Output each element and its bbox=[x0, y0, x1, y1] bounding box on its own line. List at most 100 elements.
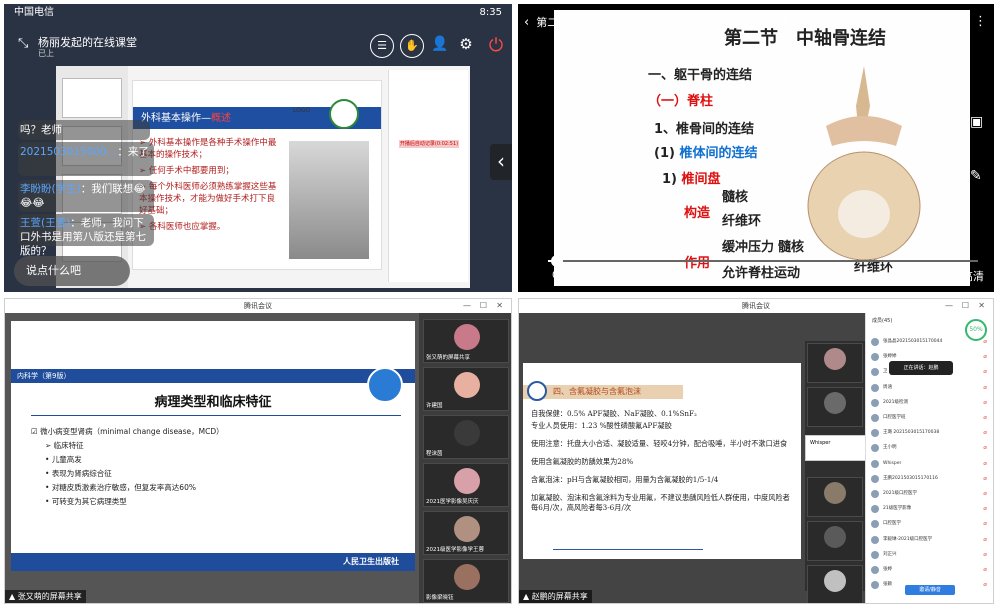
participant-tile[interactable]: 张又萌的屏幕共享 bbox=[423, 319, 509, 363]
participant-row[interactable]: 周涵 ⌀ bbox=[869, 381, 991, 395]
participant-row[interactable]: 口腔医学 ⌀ bbox=[869, 517, 991, 531]
avatar bbox=[871, 505, 879, 514]
collapse-icon[interactable]: ⤡ bbox=[18, 36, 28, 51]
avatar bbox=[871, 520, 879, 529]
power-icon[interactable]: ⏻ bbox=[484, 34, 508, 58]
chat-input[interactable]: 说点什么吧 bbox=[14, 256, 130, 286]
participant-row[interactable]: 21级医学影像 ⌀ bbox=[869, 502, 991, 516]
participant-name: 张颖 bbox=[883, 582, 892, 588]
gear-icon[interactable]: ⚙ bbox=[454, 34, 478, 58]
edit-icon[interactable]: ✎ bbox=[970, 168, 982, 184]
participant-row[interactable]: 王小明 ⌀ bbox=[869, 441, 991, 455]
participant-row[interactable]: 卫 ⌀ bbox=[869, 365, 991, 379]
slide-line: 髓核 bbox=[722, 190, 749, 205]
lecture-slide: 第二节 中轴骨连结 一、躯干骨的连结 （一）脊柱 1、椎骨间的连结 (1) 椎体… bbox=[554, 10, 970, 286]
mic-muted-icon[interactable]: ⌀ bbox=[983, 578, 987, 592]
progress-bar[interactable] bbox=[548, 255, 978, 267]
bullet-item: ➢ 任何手术中都要用到； bbox=[139, 166, 234, 176]
screenshot-icon[interactable]: ▣ bbox=[970, 114, 983, 130]
slide-footer: 人民卫生出版社 bbox=[11, 553, 415, 571]
whisper-tile[interactable]: Whisper bbox=[805, 435, 867, 461]
chat-icon[interactable]: ☰ bbox=[370, 34, 394, 58]
progress-knob[interactable] bbox=[551, 255, 564, 267]
participant-name: 王鹏2021503015170116 bbox=[883, 475, 938, 481]
participant-tile[interactable] bbox=[807, 521, 863, 561]
bullet-item: ➢ 每个外科医师必须熟练掌握这些基本操作技术，才能为做好手术打下良好基础； bbox=[139, 182, 277, 216]
video-title: ‹ 第二课时：骨连结总论、躯干骨连结、上下肢骨连结 bbox=[524, 15, 790, 30]
mic-muted-icon[interactable]: ⌀ bbox=[983, 517, 987, 531]
avatar bbox=[871, 550, 879, 559]
mic-muted-icon[interactable]: ⌀ bbox=[983, 487, 987, 501]
close-icon[interactable]: ✕ bbox=[496, 299, 503, 313]
mic-muted-icon[interactable]: ⌀ bbox=[983, 396, 987, 410]
more-icon[interactable]: ⋮ bbox=[974, 14, 987, 29]
close-icon[interactable]: ✕ bbox=[978, 299, 985, 313]
mic-muted-icon[interactable]: ⌀ bbox=[983, 426, 987, 440]
slide-thumbnail[interactable] bbox=[62, 78, 122, 118]
school-logo-icon bbox=[527, 381, 547, 401]
participant-tile[interactable]: 程沫茵 bbox=[423, 415, 509, 459]
participant-row[interactable]: 王鹏2021503015170116 ⌀ bbox=[869, 472, 991, 486]
mic-muted-icon[interactable]: ⌀ bbox=[983, 441, 987, 455]
participant-row[interactable]: 王璐 2021503015170038 ⌀ bbox=[869, 426, 991, 440]
participant-tile[interactable] bbox=[807, 565, 863, 603]
hand-icon[interactable]: ✋ bbox=[400, 34, 424, 58]
avatar bbox=[871, 398, 879, 407]
mic-muted-icon[interactable]: ⌀ bbox=[983, 563, 987, 577]
mic-muted-icon[interactable]: ⌀ bbox=[983, 365, 987, 379]
person-icon[interactable]: 👤 bbox=[428, 34, 452, 58]
carrier: 中国电信 bbox=[14, 7, 54, 18]
chevron-left-icon[interactable]: ‹ bbox=[490, 144, 512, 180]
back-icon[interactable]: ‹ bbox=[524, 15, 529, 30]
mic-muted-icon[interactable]: ⌀ bbox=[983, 533, 987, 547]
avatar bbox=[871, 566, 879, 574]
slide-item: • 对糖皮质激素治疗敏感，但复发率高达60% bbox=[45, 483, 196, 492]
window-title: 腾讯会议 bbox=[519, 299, 993, 313]
participant-tile[interactable] bbox=[807, 387, 863, 427]
mic-muted-icon[interactable]: ⌀ bbox=[983, 502, 987, 516]
slide-item: • 可转变为其它病理类型 bbox=[45, 497, 127, 506]
speed-button[interactable]: 倍速 bbox=[922, 268, 944, 284]
bullet-item: ➢ 各科医师也应掌握。 bbox=[139, 222, 226, 232]
slide-line: 1) 椎间盘 bbox=[662, 172, 721, 187]
maximize-icon[interactable]: ☐ bbox=[480, 299, 487, 313]
minimize-icon[interactable]: — bbox=[463, 299, 471, 313]
quality-button[interactable]: 高清 bbox=[962, 268, 984, 284]
mic-muted-icon[interactable]: ⌀ bbox=[983, 472, 987, 486]
participant-row[interactable]: 李毅琳-2021级口腔医学 ⌀ bbox=[869, 533, 991, 547]
minimize-icon[interactable]: — bbox=[945, 299, 953, 313]
invite-button[interactable]: 邀请/静音 bbox=[905, 585, 955, 595]
participant-tile[interactable]: 许建国 bbox=[423, 367, 509, 411]
maximize-icon[interactable]: ☐ bbox=[962, 299, 969, 313]
participant-tile[interactable] bbox=[807, 343, 863, 383]
mic-muted-icon[interactable]: ⌀ bbox=[983, 350, 987, 364]
avatar bbox=[871, 338, 879, 346]
participant-tile[interactable]: 2021级医学影像学王蓉 bbox=[423, 511, 509, 555]
participant-row[interactable]: 刘正兴 ⌀ bbox=[869, 548, 991, 562]
mic-muted-icon[interactable]: ⌀ bbox=[983, 411, 987, 425]
share-label: ▲ 赵鹏的屏幕共享 bbox=[519, 590, 592, 603]
participant-row[interactable]: 张婷 ⌀ bbox=[869, 563, 991, 577]
participant-row[interactable]: 张晶晶2021503015170044 ⌀ bbox=[869, 335, 991, 349]
participant-tile[interactable] bbox=[807, 477, 863, 517]
participant-row[interactable]: 2021级检测 ⌀ bbox=[869, 396, 991, 410]
participant-name: 周涵 bbox=[883, 384, 892, 390]
mic-muted-icon[interactable]: ⌀ bbox=[983, 457, 987, 471]
avatar bbox=[871, 444, 879, 453]
slide-paragraph: 含氟泡沫：pH与含氟凝胶相同，用量为含氟凝胶的1/5-1/4 bbox=[531, 475, 719, 484]
participant-tile[interactable]: 影像梁晓钰 bbox=[423, 559, 509, 603]
participant-name: 王璐 2021503015170038 bbox=[883, 430, 940, 436]
divider bbox=[31, 415, 401, 416]
participant-tile[interactable]: 2021医学影像吴庆庆 bbox=[423, 463, 509, 507]
record-button[interactable]: 开播后自动记录(0:02:51) bbox=[399, 140, 459, 148]
participant-row[interactable]: 张婷婷 ⌀ bbox=[869, 350, 991, 364]
slide-line: 一、躯干骨的连结 bbox=[648, 68, 753, 83]
mic-muted-icon[interactable]: ⌀ bbox=[983, 381, 987, 395]
participant-row[interactable]: Whisper ⌀ bbox=[869, 457, 991, 471]
participant-row[interactable]: 口腔医学班 ⌀ bbox=[869, 411, 991, 425]
mic-muted-icon[interactable]: ⌀ bbox=[983, 335, 987, 349]
slide-paragraph: 使用注意：托盘大小合适、凝胶适量、轻咬4分钟，配合吸唾，半小时不漱口进食 bbox=[531, 439, 788, 448]
hospital-logo bbox=[329, 99, 359, 129]
participant-row[interactable]: 2021级口腔医学 ⌀ bbox=[869, 487, 991, 501]
mic-muted-icon[interactable]: ⌀ bbox=[983, 548, 987, 562]
